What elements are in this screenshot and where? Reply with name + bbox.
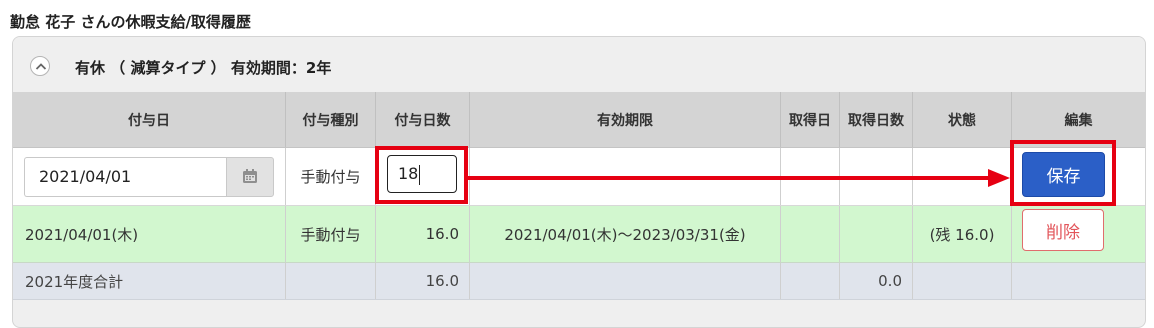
total-edit — [1012, 263, 1145, 299]
header-grant-type: 付与種別 — [286, 92, 376, 147]
taken-date-value — [781, 206, 840, 262]
calendar-icon[interactable] — [226, 156, 274, 197]
total-status — [913, 263, 1012, 299]
validity-value: 2021/04/01(木)～2023/03/31(金) — [470, 206, 781, 262]
grant-days-value: 16.0 — [376, 206, 470, 262]
arrow-right-icon — [468, 169, 1010, 187]
page-title: 勤怠 花子 さんの休暇支給/取得履歴 — [10, 13, 251, 31]
header-taken-days: 取得日数 — [840, 92, 913, 147]
total-taken-date — [781, 263, 840, 299]
header-grant-date: 付与日 — [13, 92, 286, 147]
text-cursor — [419, 165, 420, 185]
total-grant-type — [286, 263, 376, 299]
header-status: 状態 — [913, 92, 1012, 147]
header-validity: 有効期限 — [470, 92, 781, 147]
taken-days-value — [840, 206, 913, 262]
total-validity — [470, 263, 781, 299]
grant-date-cell: 2021/04/01 — [13, 148, 286, 205]
save-button[interactable]: 保存 — [1022, 152, 1105, 197]
total-grant-days: 16.0 — [376, 263, 470, 299]
grant-days-input[interactable]: 18 — [387, 155, 457, 193]
table-header-row: 付与日 付与種別 付与日数 有効期限 取得日 取得日数 状態 編集 — [13, 92, 1145, 148]
header-taken-date: 取得日 — [781, 92, 840, 147]
grant-date-value: 2021/04/01(木) — [13, 206, 286, 262]
chevron-up-icon[interactable] — [30, 56, 50, 76]
total-row: 2021年度合計 16.0 0.0 — [13, 263, 1145, 300]
total-label: 2021年度合計 — [13, 263, 286, 299]
status-badge: (残 16.0) — [913, 206, 1012, 262]
grant-date-input[interactable]: 2021/04/01 — [24, 156, 226, 197]
panel-header: 有休 （ 減算タイプ ） 有効期間：2年 — [13, 37, 1145, 93]
header-grant-days: 付与日数 — [376, 92, 470, 147]
grant-date-picker: 2021/04/01 — [24, 156, 274, 197]
delete-button[interactable]: 削除 — [1022, 209, 1104, 251]
grant-type-cell: 手動付与 — [286, 148, 376, 205]
header-edit: 編集 — [1064, 112, 1093, 129]
total-taken-days: 0.0 — [840, 263, 913, 299]
table-row: 2021/04/01(木) 手動付与 16.0 2021/04/01(木)～20… — [13, 206, 1145, 263]
grant-type-value: 手動付与 — [286, 206, 376, 262]
panel-title: 有休 （ 減算タイプ ） 有効期間：2年 — [75, 59, 332, 77]
